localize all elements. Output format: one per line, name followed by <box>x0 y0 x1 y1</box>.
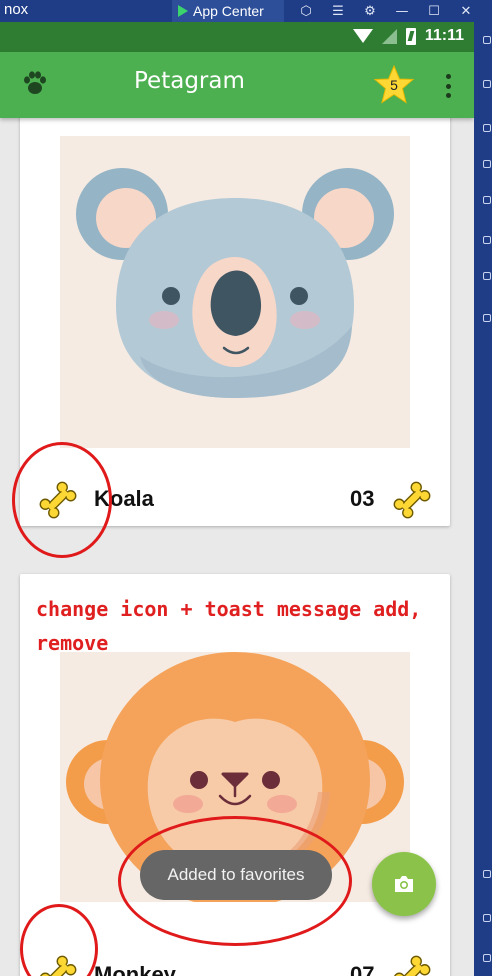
minimize-icon[interactable]: — <box>386 4 418 19</box>
tool-icon[interactable] <box>483 236 491 244</box>
pet-image <box>60 136 410 448</box>
bone-rating-icon <box>393 481 431 519</box>
tool-icon[interactable] <box>483 124 491 132</box>
toast-message: Added to favorites <box>140 850 332 900</box>
maximize-icon[interactable]: ☐ <box>418 4 450 19</box>
camera-fab-button[interactable] <box>372 852 436 916</box>
shirt-icon[interactable]: ⬡ <box>290 4 322 19</box>
window-controls: ⬡ ☰ ⚙ — ☐ ✕ <box>290 0 482 22</box>
page-title: Petagram <box>134 68 245 94</box>
app-center-label: App Center <box>193 3 264 19</box>
annotation-note: change icon + toast message add, remove <box>36 597 422 655</box>
tool-icon[interactable] <box>483 80 491 88</box>
play-store-icon <box>178 5 188 17</box>
tool-icon[interactable] <box>483 160 491 168</box>
pet-name: Monkey <box>94 962 176 976</box>
pet-name: Koala <box>94 486 154 511</box>
app-toolbar: Petagram 5 <box>0 52 474 118</box>
tool-icon[interactable] <box>483 272 491 280</box>
nox-logo: nox <box>4 1 29 18</box>
camera-icon <box>395 876 413 892</box>
tool-icon[interactable] <box>483 196 491 204</box>
paw-icon[interactable] <box>22 70 48 96</box>
koala-illustration <box>76 168 394 398</box>
app-center-button[interactable]: App Center <box>172 0 284 22</box>
phone-screen: 11:11 Petagram 5 Koala 03 Monkey 07 chan… <box>0 22 474 976</box>
bone-rating-icon <box>393 955 431 976</box>
emulator-sidebar <box>474 22 492 976</box>
home-icon[interactable] <box>483 914 491 922</box>
favorites-button[interactable]: 5 <box>372 64 416 106</box>
expand-icon[interactable] <box>483 36 491 44</box>
like-bone-icon[interactable] <box>38 954 78 976</box>
close-icon[interactable]: ✕ <box>450 4 482 19</box>
recents-icon[interactable] <box>483 954 491 962</box>
gear-icon[interactable]: ⚙ <box>354 4 386 19</box>
pet-card: Koala 03 <box>20 102 450 526</box>
favorites-count: 5 <box>390 77 398 93</box>
wifi-icon <box>352 29 373 43</box>
back-icon[interactable] <box>483 870 491 878</box>
emulator-title-bar: nox App Center ⬡ ☰ ⚙ — ☐ ✕ <box>0 0 492 22</box>
signal-icon <box>381 28 397 44</box>
pet-like-count: 03 <box>350 486 375 511</box>
like-bone-icon[interactable] <box>38 480 78 520</box>
overflow-menu-icon[interactable] <box>438 74 458 98</box>
tool-icon[interactable] <box>483 314 491 322</box>
pet-like-count: 07 <box>350 962 375 976</box>
menu-icon[interactable]: ☰ <box>322 4 354 19</box>
battery-icon <box>405 27 416 45</box>
status-time: 11:11 <box>424 27 464 44</box>
status-bar: 11:11 <box>0 22 474 52</box>
